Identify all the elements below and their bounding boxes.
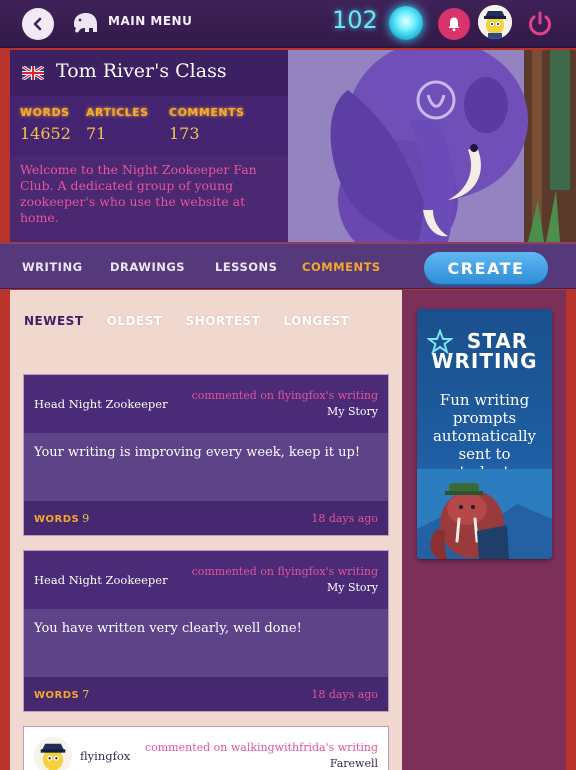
sort-newest[interactable]: NEWEST: [24, 314, 84, 328]
tab-comments[interactable]: COMMENTS: [302, 260, 381, 274]
promo-logo-line2: WRITING: [431, 349, 538, 373]
comment-text: You have written very clearly, well done…: [34, 621, 302, 636]
stat-value: 173: [169, 124, 200, 143]
word-count-value: 7: [82, 688, 90, 701]
commented-on-link[interactable]: commented on flyingfox's writing: [192, 389, 378, 402]
work-title[interactable]: My Story: [192, 405, 378, 418]
class-description: Welcome to the Night Zookeeper Fan Club.…: [20, 162, 257, 225]
elephant-illustration: [288, 50, 576, 242]
tab-lessons[interactable]: LESSONS: [215, 260, 277, 274]
sort-longest[interactable]: LONGEST: [283, 314, 349, 328]
tab-drawings[interactable]: DRAWINGS: [110, 260, 185, 274]
section-tabs: WRITING DRAWINGS LESSONS COMMENTS CREATE: [0, 243, 576, 289]
stars-count: 102: [332, 6, 378, 34]
comment-author[interactable]: flyingfox: [80, 749, 130, 763]
comment-header: Head Night Zookeeper commented on flying…: [24, 375, 388, 433]
comment-header: Head Night Zookeeper commented on flying…: [24, 551, 388, 609]
comment-author[interactable]: Head Night Zookeeper: [34, 573, 168, 587]
create-button[interactable]: CREATE: [424, 252, 548, 284]
comment-card[interactable]: Head Night Zookeeper commented on flying…: [23, 374, 389, 536]
promo-text: Fun writing prompts automatically sent t…: [432, 391, 537, 481]
glowing-orb-icon[interactable]: [389, 6, 423, 40]
chevron-left-icon: [33, 17, 42, 31]
comment-context: commented on flyingfox's writing My Stor…: [192, 565, 378, 594]
user-avatar[interactable]: [478, 5, 512, 39]
sort-options: NEWEST OLDEST SHORTEST LONGEST: [24, 310, 384, 334]
comment-header: flyingfox commented on walkingwithfrida'…: [24, 727, 388, 770]
notifications-button[interactable]: [438, 8, 470, 40]
word-count-value: 9: [82, 512, 90, 525]
class-info-panel: Tom River's Class WORDS 14652 ARTICLES 7…: [10, 50, 288, 242]
stat-label: WORDS: [20, 106, 70, 119]
walrus-illustration: [417, 469, 552, 559]
commented-on-link[interactable]: commented on walkingwithfrida's writing: [145, 741, 378, 754]
word-count: WORDS 7: [34, 688, 90, 701]
work-title[interactable]: My Story: [192, 581, 378, 594]
sort-oldest[interactable]: OLDEST: [107, 314, 163, 328]
uk-flag-icon: [22, 66, 44, 80]
stat-value: 71: [86, 124, 107, 143]
stat-articles: ARTICLES 71: [86, 106, 149, 143]
sort-shortest[interactable]: SHORTEST: [186, 314, 261, 328]
word-count-label: WORDS: [34, 514, 80, 525]
word-count: WORDS 9: [34, 512, 90, 525]
comment-footer: WORDS 7 18 days ago: [24, 677, 388, 711]
class-title-row: Tom River's Class: [10, 50, 288, 96]
bell-icon: [448, 17, 460, 32]
top-bar: MAIN MENU 102: [0, 0, 576, 48]
comment-card[interactable]: Head Night Zookeeper commented on flying…: [23, 550, 389, 712]
word-count-label: WORDS: [34, 690, 80, 701]
power-icon[interactable]: [524, 8, 556, 40]
class-name: Tom River's Class: [56, 60, 227, 82]
work-title[interactable]: Farewell: [145, 757, 378, 770]
back-button[interactable]: [22, 8, 54, 40]
avatar[interactable]: [34, 737, 72, 770]
zookeeper-avatar-icon: [34, 737, 72, 770]
stat-label: COMMENTS: [169, 106, 245, 119]
comment-author[interactable]: Head Night Zookeeper: [34, 397, 168, 411]
tab-writing[interactable]: WRITING: [22, 260, 83, 274]
comment-text: Your writing is improving every week, ke…: [34, 445, 361, 460]
stat-words: WORDS 14652: [20, 106, 71, 143]
commented-on-link[interactable]: commented on flyingfox's writing: [192, 565, 378, 578]
stat-value: 14652: [20, 124, 71, 143]
comment-footer: WORDS 9 18 days ago: [24, 501, 388, 535]
comment-context: commented on flyingfox's writing My Stor…: [192, 389, 378, 418]
elephant-icon[interactable]: [70, 10, 100, 36]
comment-date: 18 days ago: [311, 688, 378, 701]
comment-body: You have written very clearly, well done…: [24, 609, 388, 677]
comment-context: commented on walkingwithfrida's writing …: [145, 741, 378, 770]
main-menu-link[interactable]: MAIN MENU: [108, 14, 192, 28]
stat-comments: COMMENTS 173: [169, 106, 244, 143]
class-stats: WORDS 14652 ARTICLES 71 COMMENTS 173: [10, 96, 288, 156]
comment-card[interactable]: flyingfox commented on walkingwithfrida'…: [23, 726, 389, 770]
stat-label: ARTICLES: [86, 106, 149, 119]
zookeeper-avatar-icon: [478, 5, 512, 39]
star-writing-promo[interactable]: STAR WRITING Fun writing prompts automat…: [417, 309, 552, 559]
comment-body: Your writing is improving every week, ke…: [24, 433, 388, 501]
comment-date: 18 days ago: [311, 512, 378, 525]
comments-feed: NEWEST OLDEST SHORTEST LONGEST Head Nigh…: [10, 290, 402, 770]
